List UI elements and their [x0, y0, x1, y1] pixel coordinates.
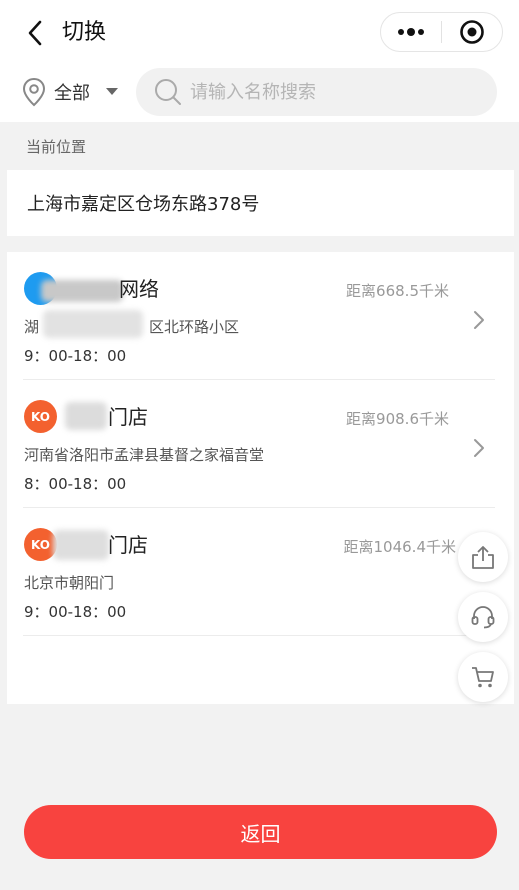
store-name: 门店 [108, 405, 148, 429]
store-logo-text: KO [31, 537, 50, 552]
store-logo-text: KO [31, 409, 50, 424]
region-label: 全部 [54, 83, 90, 104]
redacted-address [43, 310, 143, 338]
more-dots-icon [398, 28, 424, 36]
redacted-name [53, 530, 109, 560]
current-location-label: 当前位置 [26, 138, 87, 156]
close-button[interactable] [442, 13, 502, 51]
back-arrow-icon [28, 20, 42, 46]
store-address: 北京市朝阳门 [24, 574, 115, 592]
back-button[interactable] [20, 16, 50, 50]
store-item[interactable]: KO 门店 距离1046.4千米 北京市朝阳门 9：00-18：00 [23, 508, 495, 636]
store-hours: 8：00-18：00 [24, 475, 127, 493]
top-bar: 切换 全部 [0, 0, 519, 122]
store-item[interactable]: 网络 距离668.5千米 湖 区北环路小区 9：00-18：00 [23, 252, 495, 380]
store-hours: 9：00-18：00 [24, 347, 127, 365]
location-pin-icon [22, 77, 46, 107]
search-input[interactable] [190, 81, 490, 103]
return-button[interactable]: 返回 [24, 805, 497, 859]
region-selector[interactable]: 全部 [22, 74, 118, 110]
store-name: 网络 [119, 277, 159, 301]
current-location-card[interactable]: 上海市嘉定区仓场东路378号 [7, 170, 514, 236]
store-name: 门店 [108, 533, 148, 557]
search-bar[interactable] [136, 68, 497, 116]
store-logo: KO [24, 400, 57, 433]
more-button[interactable] [381, 13, 441, 51]
store-address-prefix: 湖 [24, 318, 40, 336]
cart-button[interactable] [458, 652, 508, 702]
headset-icon [471, 606, 495, 629]
chevron-right-icon [474, 311, 484, 329]
store-distance: 距离668.5千米 [346, 282, 449, 300]
target-circle-icon [460, 20, 484, 44]
customer-service-button[interactable] [458, 592, 508, 642]
search-icon [155, 79, 181, 105]
store-distance: 距离1046.4千米 [343, 538, 457, 556]
store-distance: 距离908.6千米 [346, 410, 449, 428]
store-item[interactable]: KO 门店 距离908.6千米 河南省洛阳市孟津县基督之家福音堂 8：00-18… [23, 380, 495, 508]
page-title: 切换 [62, 20, 107, 45]
store-address: 河南省洛阳市孟津县基督之家福音堂 [24, 446, 265, 464]
current-address: 上海市嘉定区仓场东路378号 [27, 194, 260, 215]
store-address: 区北环路小区 [149, 318, 240, 336]
share-icon [472, 546, 494, 569]
chevron-right-icon [474, 439, 484, 457]
share-button[interactable] [458, 532, 508, 582]
store-list: 网络 距离668.5千米 湖 区北环路小区 9：00-18：00 KO 门店 距… [7, 252, 514, 704]
redacted-name [41, 280, 123, 302]
store-hours: 9：00-18：00 [24, 603, 127, 621]
cart-icon [472, 667, 494, 688]
caret-down-icon [106, 88, 118, 95]
mini-program-capsule [380, 12, 503, 52]
redacted-name [65, 402, 107, 430]
